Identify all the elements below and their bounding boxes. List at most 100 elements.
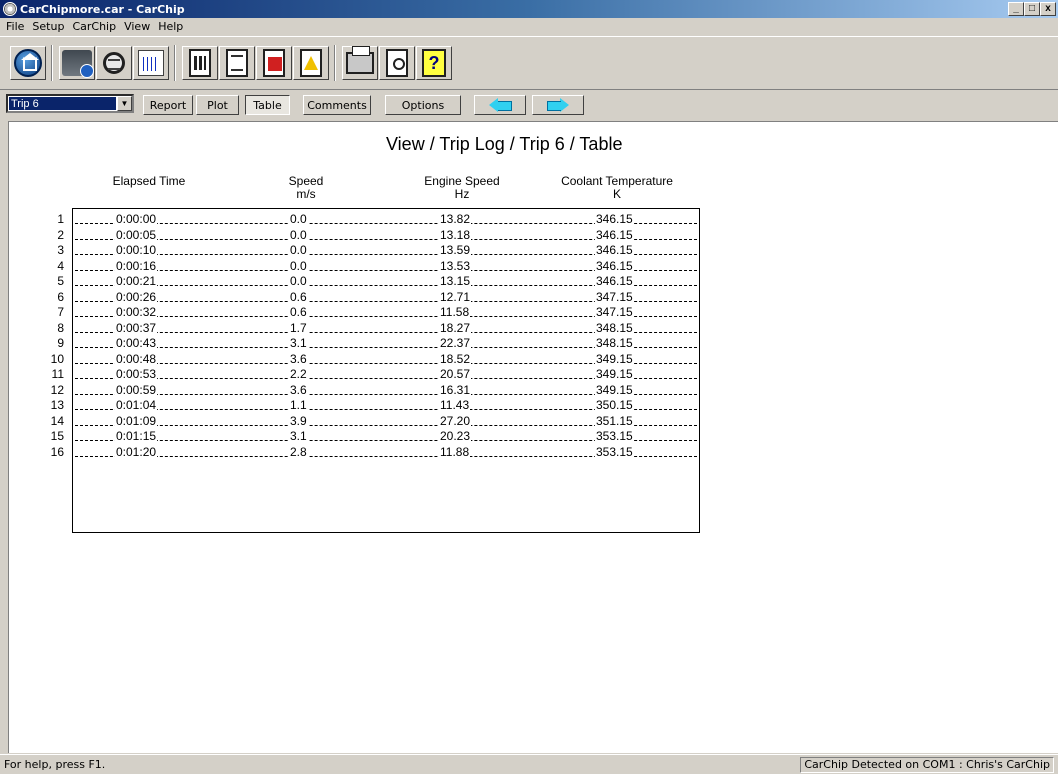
next-button[interactable] bbox=[532, 95, 584, 115]
cell-time: 0:00:05 bbox=[115, 227, 158, 242]
toolbar-separator bbox=[51, 45, 53, 81]
report-button[interactable]: Report bbox=[143, 95, 193, 115]
toolbar-group-print: ? bbox=[342, 46, 453, 80]
cell-coolant: 350.15 bbox=[595, 398, 634, 412]
page-title: View / Trip Log / Trip 6 / Table bbox=[386, 134, 623, 154]
cell-engine: 18.27 bbox=[439, 320, 472, 335]
previous-button[interactable] bbox=[474, 95, 526, 115]
row-number: 15 bbox=[50, 429, 64, 443]
chevron-down-icon[interactable]: ▼ bbox=[117, 96, 132, 111]
trip-select[interactable]: Trip 6 ▼ bbox=[6, 94, 134, 113]
menu-help[interactable]: Help bbox=[154, 20, 187, 33]
arrow-right-icon bbox=[547, 98, 569, 112]
row-number: 3 bbox=[57, 243, 64, 257]
cell-speed: 2.8 bbox=[289, 444, 308, 459]
status-help-text: For help, press F1. bbox=[4, 758, 106, 771]
table-row: 0:01:20 2.8 11.88 353.15 bbox=[75, 444, 697, 460]
table-row: 0:00:05 0.0 13.18 346.15 bbox=[75, 227, 697, 243]
cell-speed: 3.9 bbox=[289, 413, 308, 428]
film-report-button[interactable] bbox=[182, 46, 218, 80]
app-icon[interactable] bbox=[3, 2, 17, 16]
title-bar[interactable]: CarChipmore.car - CarChip _ □ x bbox=[0, 0, 1058, 18]
alert-report-icon bbox=[263, 49, 285, 77]
column-header-coolant-temperature: Coolant Temperature K bbox=[537, 175, 697, 201]
cell-speed: 1.7 bbox=[289, 320, 308, 335]
film-report-icon bbox=[189, 49, 211, 77]
cell-engine: 11.43 bbox=[439, 398, 471, 412]
minimize-button[interactable]: _ bbox=[1008, 2, 1024, 16]
cell-engine: 13.53 bbox=[439, 258, 472, 273]
status-bar: For help, press F1. CarChip Detected on … bbox=[0, 754, 1058, 774]
cell-speed: 2.2 bbox=[289, 367, 308, 381]
cell-speed: 3.6 bbox=[289, 351, 308, 366]
print-preview-icon bbox=[386, 49, 408, 77]
row-number: 10 bbox=[50, 351, 64, 366]
row-number: 8 bbox=[57, 320, 64, 335]
comments-button[interactable]: Comments bbox=[303, 95, 371, 115]
warning-report-button[interactable] bbox=[293, 46, 329, 80]
menu-carchip[interactable]: CarChip bbox=[68, 20, 120, 33]
cell-coolant: 346.15 bbox=[595, 243, 634, 257]
cell-coolant: 349.15 bbox=[595, 367, 634, 381]
close-button[interactable]: x bbox=[1040, 2, 1056, 16]
row-number: 1 bbox=[57, 212, 64, 226]
column-header-unit: K bbox=[612, 187, 621, 201]
row-number: 16 bbox=[50, 444, 64, 459]
cell-engine: 11.88 bbox=[439, 444, 471, 459]
cell-speed: 0.0 bbox=[289, 243, 308, 257]
cell-engine: 27.20 bbox=[439, 413, 472, 428]
toolbar-separator bbox=[174, 45, 176, 81]
menu-file[interactable]: File bbox=[2, 20, 28, 33]
toolbar-separator bbox=[334, 45, 336, 81]
menu-setup[interactable]: Setup bbox=[28, 20, 68, 33]
column-header-engine-speed: Engine Speed Hz bbox=[382, 175, 542, 201]
table-row: 0:00:10 0.0 13.59 346.15 bbox=[75, 243, 697, 258]
warning-report-icon bbox=[300, 49, 322, 77]
column-header-label: Elapsed Time bbox=[112, 174, 186, 188]
cell-coolant: 347.15 bbox=[595, 289, 634, 304]
view-button[interactable] bbox=[96, 46, 132, 80]
cell-time: 0:00:00 bbox=[115, 212, 158, 226]
cell-coolant: 353.15 bbox=[595, 444, 634, 459]
cell-engine: 13.15 bbox=[439, 274, 472, 288]
graph-button[interactable] bbox=[133, 46, 169, 80]
trip-select-value: Trip 6 bbox=[9, 97, 116, 110]
cell-speed: 0.0 bbox=[289, 227, 308, 242]
table-view: View / Trip Log / Trip 6 / Table Elapsed… bbox=[8, 121, 1058, 753]
download-button[interactable] bbox=[59, 46, 95, 80]
options-button[interactable]: Options bbox=[385, 95, 461, 115]
plot-button[interactable]: Plot bbox=[196, 95, 239, 115]
document-button[interactable] bbox=[219, 46, 255, 80]
row-number: 7 bbox=[57, 305, 64, 319]
plot-button-label: Plot bbox=[207, 98, 228, 112]
help-button[interactable]: ? bbox=[416, 46, 452, 80]
report-button-label: Report bbox=[149, 98, 187, 112]
home-button[interactable] bbox=[10, 46, 46, 80]
main-toolbar: ? bbox=[0, 36, 1058, 90]
table-button[interactable]: Table bbox=[245, 95, 290, 115]
column-header-elapsed-time: Elapsed Time bbox=[69, 175, 229, 188]
cell-time: 0:00:10 bbox=[115, 243, 158, 257]
options-button-label: Options bbox=[401, 98, 445, 112]
comments-button-label: Comments bbox=[307, 98, 367, 112]
table-row: 0:01:09 3.9 27.20 351.15 bbox=[75, 413, 697, 429]
column-header-unit: Hz bbox=[454, 187, 470, 201]
table-row: 0:00:43 3.1 22.37 348.15 bbox=[75, 336, 697, 351]
menu-bar: File Setup CarChip View Help bbox=[0, 18, 1058, 35]
cell-speed: 0.0 bbox=[289, 274, 308, 288]
cell-speed: 3.1 bbox=[289, 336, 308, 350]
car-download-icon bbox=[62, 50, 94, 78]
row-number: 13 bbox=[50, 398, 64, 412]
maximize-button[interactable]: □ bbox=[1024, 2, 1040, 16]
cell-coolant: 348.15 bbox=[595, 320, 634, 335]
print-preview-button[interactable] bbox=[379, 46, 415, 80]
home-icon bbox=[14, 49, 42, 77]
print-button[interactable] bbox=[342, 46, 378, 80]
cell-engine: 13.82 bbox=[439, 212, 472, 226]
table-row: 0:00:21 0.0 13.15 346.15 bbox=[75, 274, 697, 289]
cell-coolant: 349.15 bbox=[595, 382, 634, 397]
row-number: 2 bbox=[57, 227, 64, 242]
alert-report-button[interactable] bbox=[256, 46, 292, 80]
menu-view[interactable]: View bbox=[120, 20, 154, 33]
cell-time: 0:00:16 bbox=[115, 258, 158, 273]
